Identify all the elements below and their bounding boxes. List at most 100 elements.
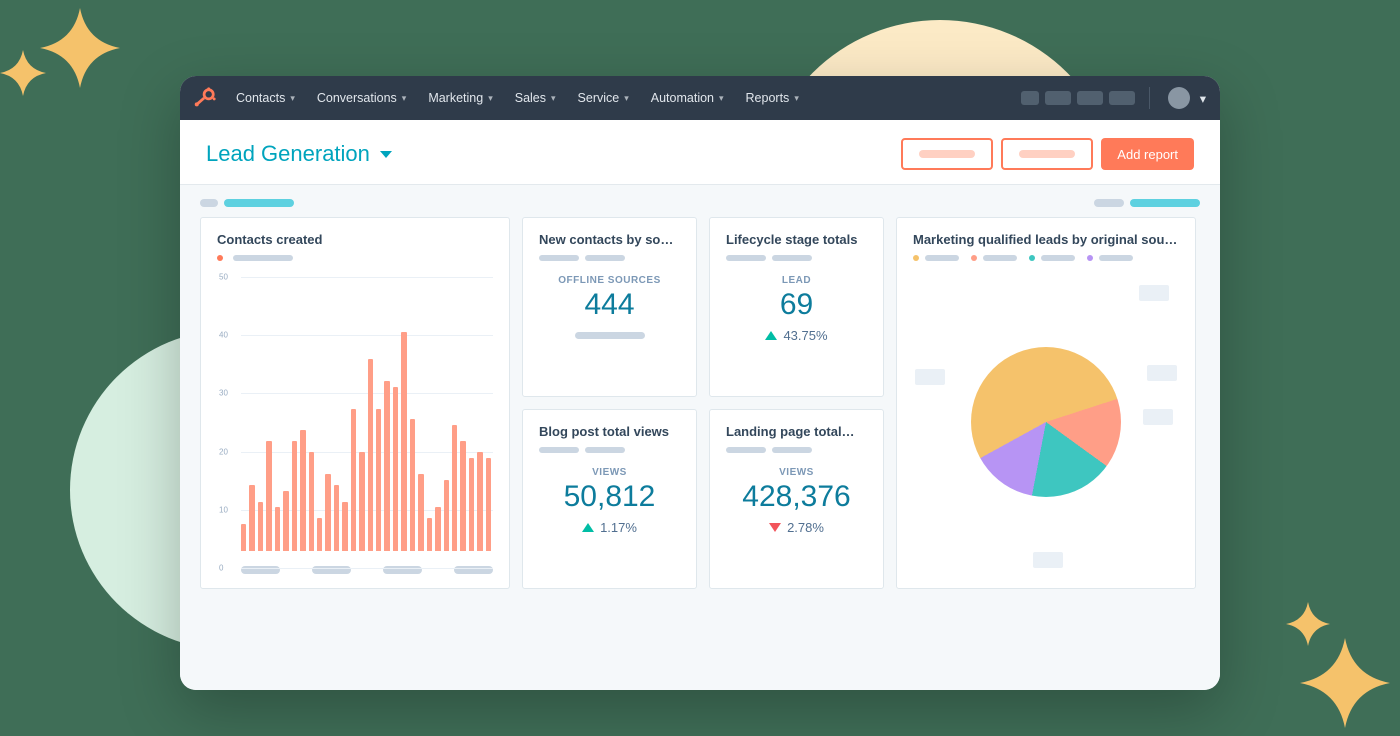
bar-chart: 01020304050 — [217, 267, 493, 558]
chevron-down-icon: ▾ — [402, 93, 407, 104]
card-landing-views[interactable]: Landing page total… VIEWS 428,376 2.78% — [709, 409, 884, 589]
card-mql-by-source[interactable]: Marketing qualified leads by original so… — [896, 217, 1196, 589]
nav-label: Reports — [746, 91, 790, 105]
bar — [334, 485, 339, 551]
nav-action-placeholder[interactable] — [1045, 91, 1071, 105]
card-contacts-created[interactable]: Contacts created 01020304050 — [200, 217, 510, 589]
metric-value: 428,376 — [726, 480, 867, 514]
pie-callout — [1139, 285, 1169, 301]
nav-label: Sales — [515, 91, 546, 105]
sparkle-icon — [40, 8, 120, 88]
bar — [275, 507, 280, 551]
nav-action-placeholder[interactable] — [1109, 91, 1135, 105]
metric-value: 444 — [539, 288, 680, 322]
metric-delta: 1.17% — [539, 520, 680, 535]
bar — [351, 409, 356, 551]
nav-label: Conversations — [317, 91, 397, 105]
legend-dot-icon — [1029, 255, 1035, 261]
bar — [376, 409, 381, 551]
placeholder-text — [1019, 150, 1075, 158]
chevron-down-icon[interactable]: ▾ — [1200, 91, 1206, 106]
metric-delta: 2.78% — [726, 520, 867, 535]
metric-label: VIEWS — [539, 467, 680, 478]
caret-down-icon — [380, 151, 392, 158]
nav-service[interactable]: Service▾ — [570, 85, 637, 111]
caret-up-icon — [582, 523, 594, 532]
placeholder-text — [919, 150, 975, 158]
header-outline-button-1[interactable] — [901, 138, 993, 170]
pie-callout — [1143, 409, 1173, 425]
bar — [359, 452, 364, 551]
nav-reports[interactable]: Reports▾ — [738, 85, 807, 111]
legend-dot-icon — [217, 255, 223, 261]
bar — [342, 502, 347, 551]
card-new-contacts[interactable]: New contacts by source OFFLINE SOURCES 4… — [522, 217, 697, 397]
nav-marketing[interactable]: Marketing ▾ — [420, 85, 500, 111]
nav-label: Contacts — [236, 91, 285, 105]
pie-chart — [913, 269, 1179, 574]
metric-value: 50,812 — [539, 480, 680, 514]
chevron-down-icon: ▾ — [624, 93, 629, 104]
bar — [292, 441, 297, 551]
pie-legend — [913, 255, 1179, 261]
placeholder-line — [575, 332, 645, 339]
sparkle-icon — [1300, 638, 1390, 728]
hubspot-logo-icon — [194, 87, 216, 109]
nav-conversations[interactable]: Conversations ▾ — [309, 85, 414, 111]
chevron-down-icon: ▾ — [488, 93, 493, 104]
nav-action-placeholder[interactable] — [1077, 91, 1103, 105]
nav-label: Marketing — [428, 91, 483, 105]
button-label: Add report — [1117, 147, 1178, 162]
toolbar-right — [1094, 199, 1200, 207]
nav-sales[interactable]: Sales▾ — [507, 85, 564, 111]
card-blog-views[interactable]: Blog post total views VIEWS 50,812 1.17% — [522, 409, 697, 589]
card-legend — [217, 255, 493, 261]
legend-placeholder — [1099, 255, 1133, 261]
caret-down-icon — [769, 523, 781, 532]
header-outline-button-2[interactable] — [1001, 138, 1093, 170]
legend-placeholder — [983, 255, 1017, 261]
card-title: Landing page total… — [726, 424, 867, 439]
nav-automation[interactable]: Automation▾ — [643, 85, 732, 111]
caret-up-icon — [765, 331, 777, 340]
bar — [452, 425, 457, 551]
add-report-button[interactable]: Add report — [1101, 138, 1194, 170]
metric-delta: 43.75% — [726, 328, 867, 343]
legend-dot-icon — [1087, 255, 1093, 261]
report-grid: Contacts created 01020304050 New contact… — [200, 217, 1200, 589]
legend-dot-icon — [971, 255, 977, 261]
bar — [317, 518, 322, 551]
toolbar-left — [200, 199, 294, 207]
nav-contacts[interactable]: Contacts ▾ — [228, 85, 303, 111]
bar — [249, 485, 254, 551]
bar — [427, 518, 432, 551]
chevron-down-icon: ▾ — [290, 93, 295, 104]
bar — [266, 441, 271, 551]
top-nav: Contacts ▾ Conversations ▾ Marketing ▾ Sale… — [180, 76, 1220, 120]
bar — [444, 480, 449, 551]
bar — [384, 381, 389, 551]
delta-value: 2.78% — [787, 520, 824, 535]
bar — [401, 332, 406, 551]
dashboard-title-dropdown[interactable]: Lead Generation — [206, 141, 392, 167]
pie-callout — [1033, 552, 1063, 568]
metric-label: LEAD — [726, 275, 867, 286]
card-title: New contacts by source — [539, 232, 680, 247]
avatar[interactable] — [1168, 87, 1190, 109]
page-title: Lead Generation — [206, 141, 370, 167]
bar — [368, 359, 373, 551]
metric-label: VIEWS — [726, 467, 867, 478]
card-lifecycle[interactable]: Lifecycle stage totals LEAD 69 43.75% — [709, 217, 884, 397]
dashboard-body: Contacts created 01020304050 New contact… — [180, 184, 1220, 690]
metric-label: OFFLINE SOURCES — [539, 275, 680, 286]
nav-action-placeholder[interactable] — [1021, 91, 1039, 105]
card-title: Blog post total views — [539, 424, 680, 439]
sparkle-icon — [1286, 602, 1330, 646]
delta-value: 43.75% — [783, 328, 827, 343]
legend-placeholder — [925, 255, 959, 261]
card-title: Contacts created — [217, 232, 493, 247]
bar — [393, 387, 398, 551]
pie-callout — [915, 369, 945, 385]
nav-label: Automation — [651, 91, 714, 105]
bar — [309, 452, 314, 551]
